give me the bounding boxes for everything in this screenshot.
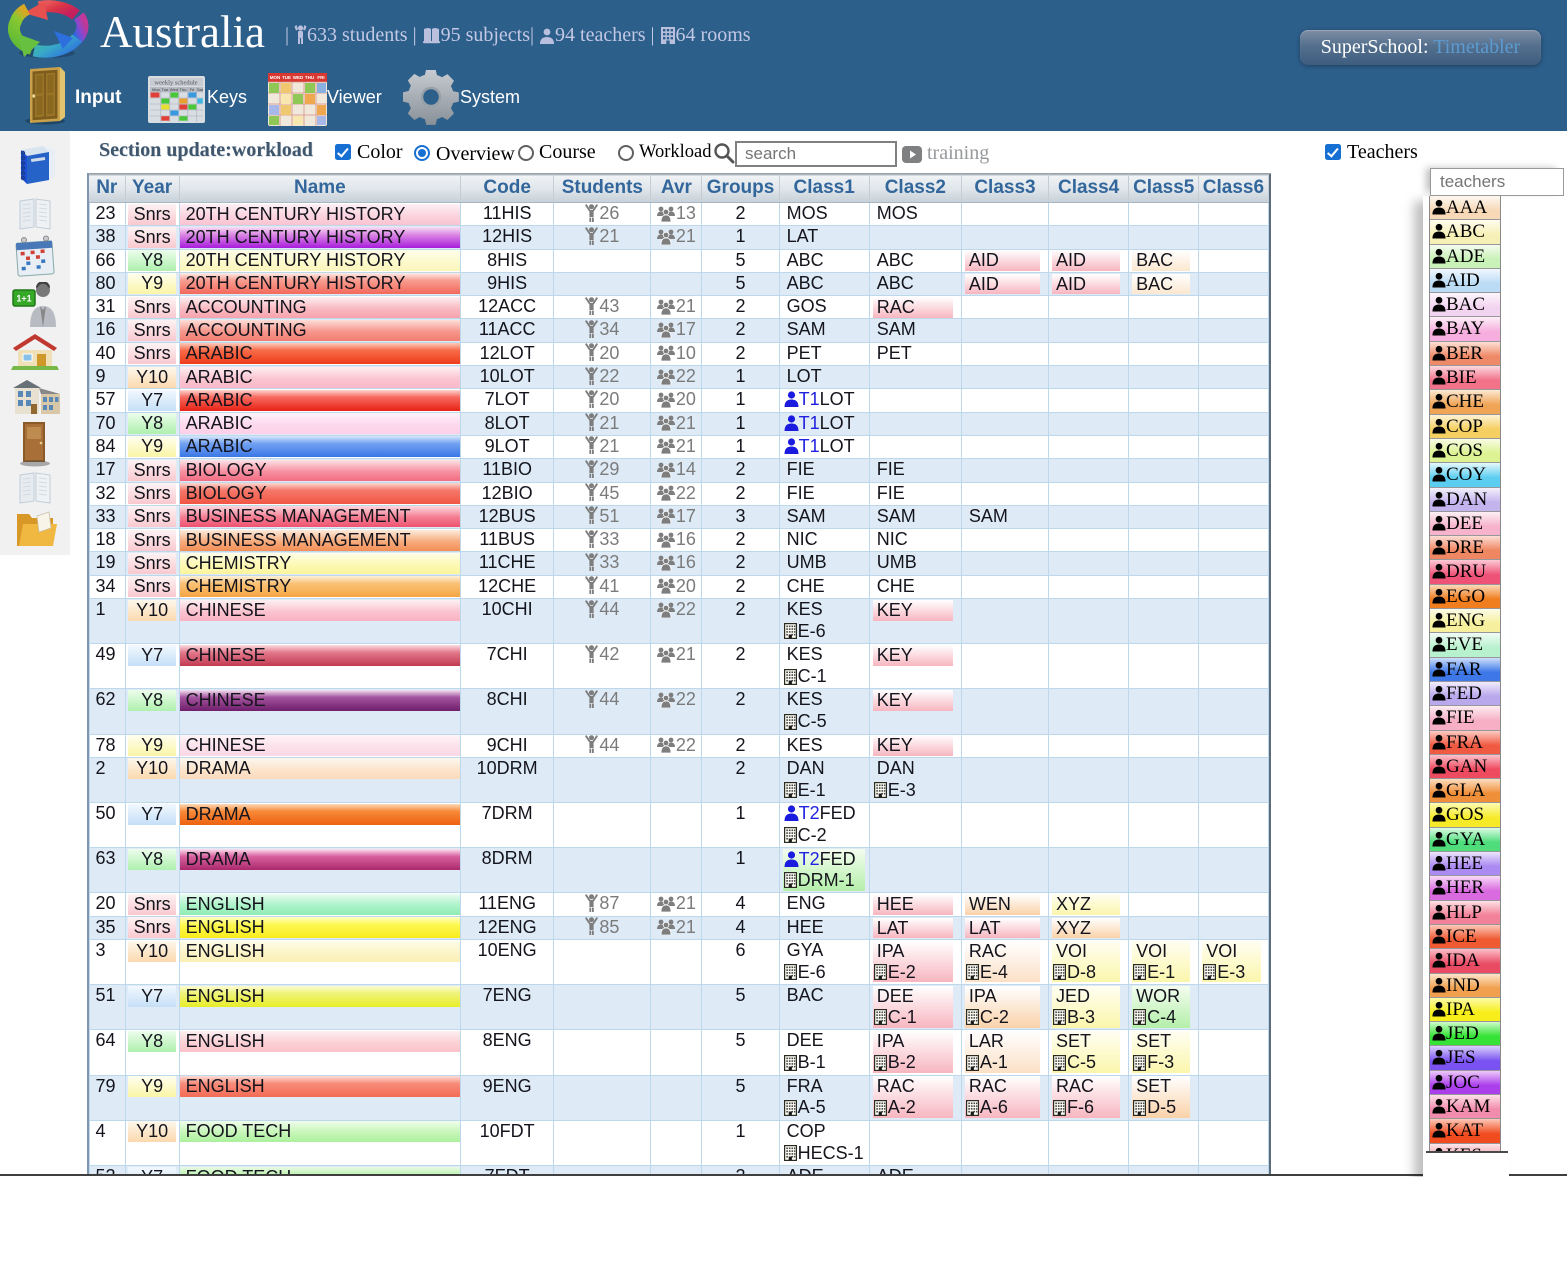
svg-text:weekly schedule: weekly schedule xyxy=(154,80,197,87)
svg-text:MON: MON xyxy=(270,75,281,80)
svg-text:TUE: TUE xyxy=(282,75,291,80)
svg-text:THU: THU xyxy=(305,75,314,80)
svg-text:FRI: FRI xyxy=(317,75,324,80)
svg-text:Thu: Thu xyxy=(180,87,187,92)
svg-text:Wed: Wed xyxy=(170,87,178,92)
svg-text:Fri: Fri xyxy=(190,87,195,92)
svg-text:Tue: Tue xyxy=(162,87,170,92)
svg-text:Mon: Mon xyxy=(152,87,160,92)
svg-text:1+1: 1+1 xyxy=(16,294,31,304)
svg-text:WED: WED xyxy=(293,75,304,80)
svg-text:Sat: Sat xyxy=(197,87,204,92)
